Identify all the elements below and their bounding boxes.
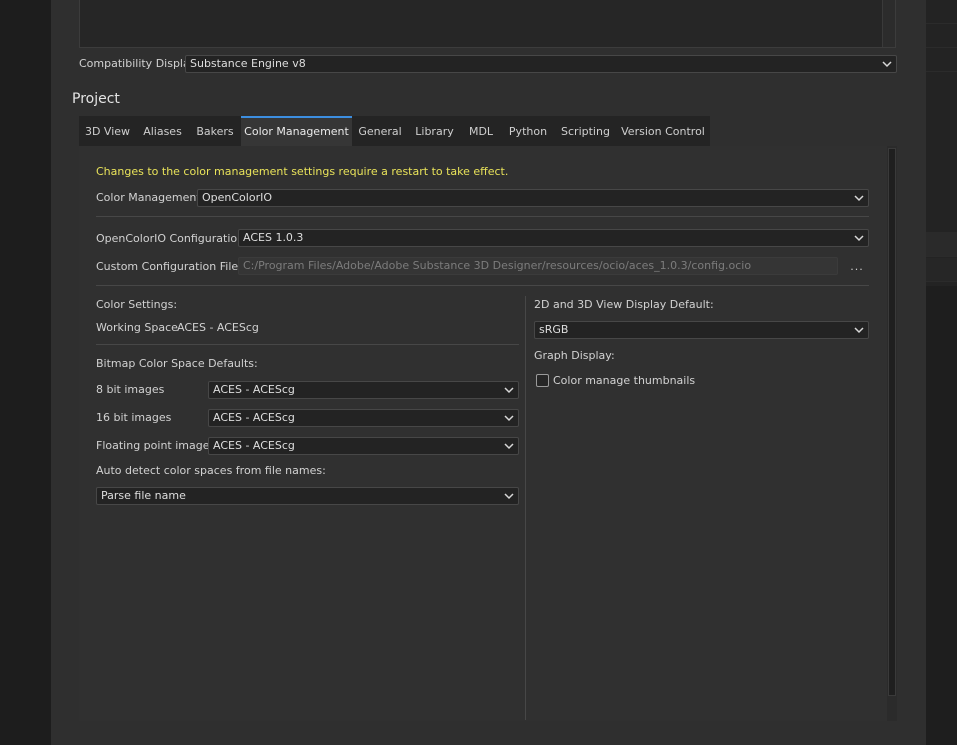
tab-bakers[interactable]: Bakers bbox=[189, 116, 241, 146]
graph-display-heading: Graph Display: bbox=[534, 349, 615, 362]
chevron-down-icon bbox=[854, 235, 864, 242]
scrollbar-thumb[interactable] bbox=[888, 148, 896, 696]
divider bbox=[96, 216, 869, 217]
tab-3d-view[interactable]: 3D View bbox=[79, 116, 136, 146]
background-row bbox=[926, 0, 957, 24]
background-row bbox=[926, 48, 957, 72]
color-manage-thumbnails-checkbox[interactable] bbox=[536, 374, 549, 387]
tab-version-control[interactable]: Version Control bbox=[616, 116, 710, 146]
chevron-down-icon bbox=[854, 195, 864, 202]
browse-button[interactable]: ... bbox=[850, 260, 864, 274]
16bit-images-value: ACES - ACEScg bbox=[213, 411, 295, 424]
column-divider bbox=[525, 296, 526, 720]
8bit-images-value: ACES - ACEScg bbox=[213, 383, 295, 396]
8bit-images-dropdown[interactable]: ACES - ACEScg bbox=[208, 381, 519, 399]
chevron-down-icon bbox=[854, 327, 864, 334]
chevron-down-icon bbox=[504, 387, 514, 394]
restart-warning: Changes to the color management settings… bbox=[96, 165, 509, 178]
tab-library[interactable]: Library bbox=[408, 116, 461, 146]
divider bbox=[96, 285, 869, 286]
left-margin bbox=[0, 0, 51, 745]
custom-configuration-label: Custom Configuration File bbox=[96, 260, 239, 273]
background-row bbox=[926, 24, 957, 48]
bitmap-defaults-heading: Bitmap Color Space Defaults: bbox=[96, 357, 258, 370]
16bit-images-dropdown[interactable]: ACES - ACEScg bbox=[208, 409, 519, 427]
compatibility-display-dropdown[interactable]: Substance Engine v8 bbox=[185, 55, 897, 73]
ocio-configuration-value: ACES 1.0.3 bbox=[243, 231, 304, 244]
chevron-down-icon bbox=[504, 493, 514, 500]
background-row bbox=[926, 232, 957, 257]
auto-detect-dropdown[interactable]: Parse file name bbox=[96, 487, 519, 505]
text-area[interactable] bbox=[79, 0, 896, 48]
floating-point-images-label: Floating point images bbox=[96, 439, 216, 452]
working-space-value: ACES - ACEScg bbox=[177, 321, 259, 334]
display-default-value: sRGB bbox=[539, 323, 569, 336]
display-default-dropdown[interactable]: sRGB bbox=[534, 321, 869, 339]
custom-configuration-field[interactable]: C:/Program Files/Adobe/Adobe Substance 3… bbox=[238, 257, 838, 275]
background-row bbox=[926, 258, 957, 282]
chevron-down-icon bbox=[882, 61, 892, 68]
content-scrollbar[interactable] bbox=[887, 146, 897, 721]
tab-python[interactable]: Python bbox=[501, 116, 555, 146]
compatibility-display-label: Compatibility Display: bbox=[79, 57, 200, 70]
auto-detect-value: Parse file name bbox=[101, 489, 186, 502]
text-area-scrollbar[interactable] bbox=[882, 0, 895, 47]
tab-general[interactable]: General bbox=[352, 116, 408, 146]
auto-detect-label: Auto detect color spaces from file names… bbox=[96, 464, 326, 477]
color-settings-heading: Color Settings: bbox=[96, 298, 178, 311]
custom-configuration-path: C:/Program Files/Adobe/Adobe Substance 3… bbox=[243, 259, 752, 272]
tab-color-management[interactable]: Color Management bbox=[241, 116, 352, 146]
background-window bbox=[926, 0, 957, 745]
divider bbox=[96, 344, 519, 345]
16bit-images-label: 16 bit images bbox=[96, 411, 172, 424]
8bit-images-label: 8 bit images bbox=[96, 383, 165, 396]
ocio-configuration-dropdown[interactable]: ACES 1.0.3 bbox=[238, 229, 869, 247]
color-management-dropdown[interactable]: OpenColorIO bbox=[197, 189, 869, 207]
tab-scripting[interactable]: Scripting bbox=[555, 116, 616, 146]
chevron-down-icon bbox=[504, 415, 514, 422]
color-management-value: OpenColorIO bbox=[202, 191, 273, 204]
working-space-label: Working Space bbox=[96, 321, 178, 334]
display-default-heading: 2D and 3D View Display Default: bbox=[534, 298, 714, 311]
background-area bbox=[926, 286, 957, 745]
tab-bar: 3D View Aliases Bakers Color Management … bbox=[79, 116, 710, 146]
ocio-configuration-label: OpenColorIO Configuration bbox=[96, 232, 245, 245]
color-management-label: Color Management bbox=[96, 191, 201, 204]
color-manage-thumbnails-label[interactable]: Color manage thumbnails bbox=[553, 374, 695, 388]
tab-mdl[interactable]: MDL bbox=[461, 116, 501, 146]
section-title: Project bbox=[72, 91, 120, 107]
compatibility-display-value: Substance Engine v8 bbox=[190, 57, 306, 70]
ellipsis-icon: ... bbox=[850, 260, 864, 273]
floating-point-images-dropdown[interactable]: ACES - ACEScg bbox=[208, 437, 519, 455]
tab-aliases[interactable]: Aliases bbox=[136, 116, 189, 146]
floating-point-images-value: ACES - ACEScg bbox=[213, 439, 295, 452]
chevron-down-icon bbox=[504, 443, 514, 450]
